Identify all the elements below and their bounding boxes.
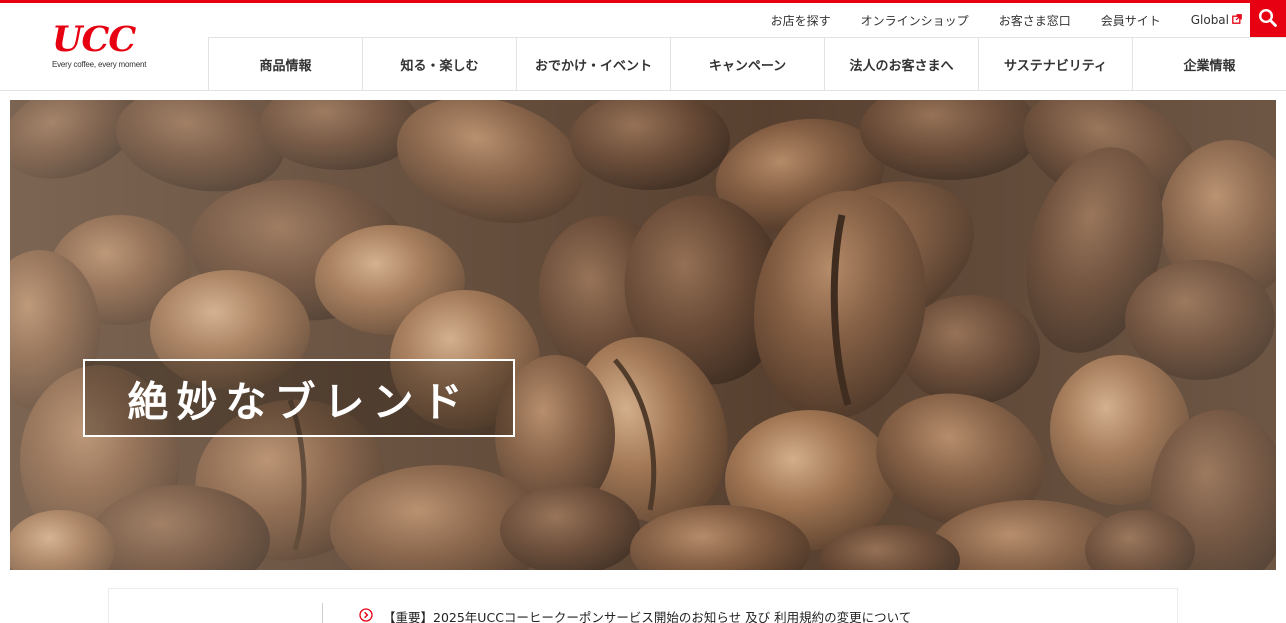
nav-item-learn-enjoy[interactable]: 知る・楽しむ <box>363 38 517 91</box>
nav-item-campaigns[interactable]: キャンペーン <box>671 38 825 91</box>
site-header: UCC Every coffee, every moment お店を探す オンラ… <box>0 2 1286 91</box>
util-link-online-shop[interactable]: オンラインショップ <box>861 12 969 29</box>
nav-item-products[interactable]: 商品情報 <box>209 38 363 91</box>
main-nav: 商品情報 知る・楽しむ おでかけ・イベント キャンペーン 法人のお客さまへ サス… <box>208 37 1286 91</box>
logo-tagline: Every coffee, every moment <box>52 60 147 69</box>
utility-nav: お店を探す オンラインショップ お客さま窓口 会員サイト Global <box>741 3 1242 37</box>
hero-caption-box: 絶妙なブレンド <box>83 359 515 437</box>
nav-item-outings-events[interactable]: おでかけ・イベント <box>517 38 671 91</box>
news-text: 【重要】2025年UCCコーヒークーポンサービス開始のお知らせ 及び 利用規約の… <box>383 610 912 623</box>
nav-item-corporate[interactable]: 企業情報 <box>1133 38 1286 91</box>
news-bar: 【重要】2025年UCCコーヒークーポンサービス開始のお知らせ 及び 利用規約の… <box>108 588 1178 623</box>
news-link[interactable]: 【重要】2025年UCCコーヒークーポンサービス開始のお知らせ 及び 利用規約の… <box>359 607 911 623</box>
arrow-circle-right-icon <box>359 608 373 623</box>
nav-item-sustainability[interactable]: サステナビリティ <box>979 38 1133 91</box>
logo-wordmark: UCC <box>52 19 136 60</box>
news-divider <box>322 603 323 623</box>
search-icon <box>1258 8 1278 32</box>
external-link-icon <box>1232 13 1242 27</box>
util-link-store-locator[interactable]: お店を探す <box>771 12 831 29</box>
global-label: Global <box>1190 13 1229 27</box>
hero-caption-text: 絶妙なブレンド <box>127 378 471 426</box>
util-link-member-site[interactable]: 会員サイト <box>1101 12 1161 29</box>
nav-item-business[interactable]: 法人のお客さまへ <box>825 38 979 91</box>
util-link-customer-service[interactable]: お客さま窓口 <box>999 12 1071 29</box>
ucc-logo[interactable]: UCC Every coffee, every moment <box>52 21 156 75</box>
util-link-global[interactable]: Global <box>1191 13 1242 27</box>
coffee-beans-photo <box>10 100 1276 570</box>
hero-banner[interactable]: 絶妙なブレンド <box>10 100 1276 570</box>
search-button[interactable] <box>1250 2 1286 38</box>
